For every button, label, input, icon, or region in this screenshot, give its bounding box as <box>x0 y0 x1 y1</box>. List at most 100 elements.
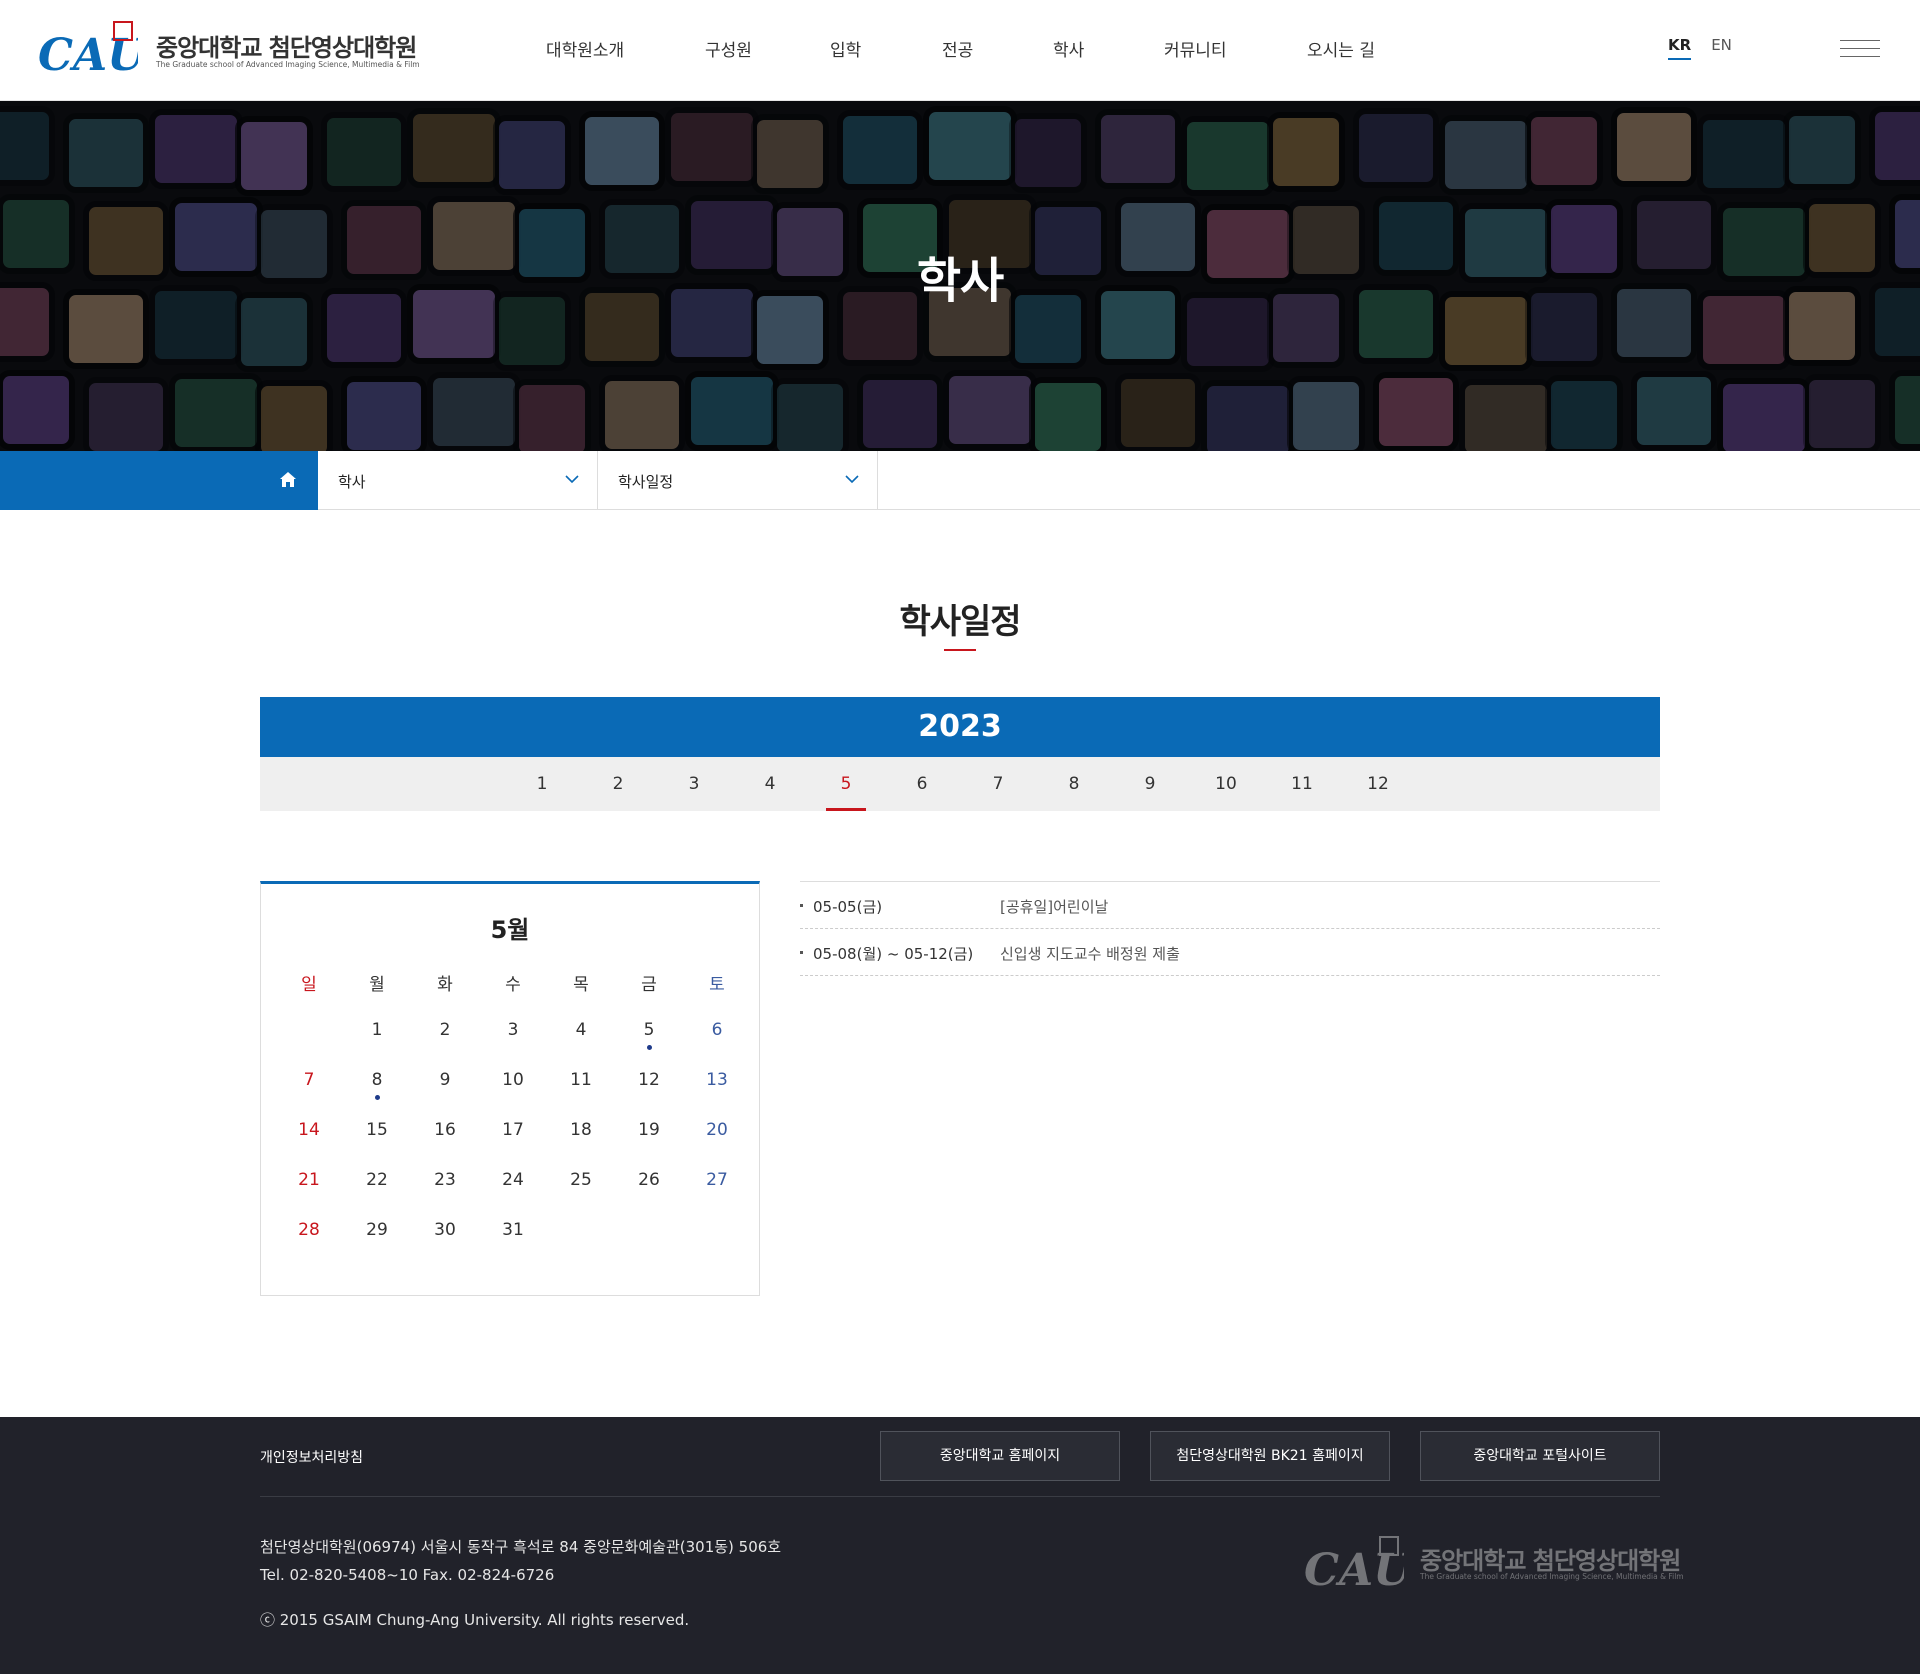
site-logo[interactable]: CAU 중앙대학교 첨단영상대학원 The Graduate school of… <box>38 20 420 80</box>
footer-logo: CAU 중앙대학교 첨단영상대학원 The Graduate school of… <box>1304 1535 1684 1595</box>
month-tab-1[interactable]: 1 <box>522 757 562 811</box>
hero-banner: 학사 <box>0 101 1920 451</box>
event-description: 신입생 지도교수 배정원 제출 <box>1000 945 1180 963</box>
svg-text:CAU: CAU <box>1304 1545 1404 1595</box>
month-tabs: 1 2 3 4 5 6 7 8 9 10 11 12 <box>260 757 1660 811</box>
footer-address: 첨단영상대학원(06974) 서울시 동작구 흑석로 84 중앙문화예술관(30… <box>260 1538 782 1556</box>
nav-item-majors[interactable]: 전공 <box>942 36 973 61</box>
month-tab-6[interactable]: 6 <box>902 757 942 811</box>
language-switch: KR EN <box>1668 36 1732 60</box>
month-tab-9[interactable]: 9 <box>1130 757 1170 811</box>
calendar-day[interactable]: 29 <box>343 1220 411 1240</box>
chevron-down-icon <box>565 475 579 484</box>
calendar-day[interactable]: 28 <box>275 1220 343 1240</box>
calendar-day[interactable]: 5 <box>615 1020 683 1050</box>
footer-logo-name-en: The Graduate school of Advanced Imaging … <box>1420 1572 1684 1581</box>
month-tab-10[interactable]: 10 <box>1206 757 1246 811</box>
weekday-label: 화 <box>437 975 453 995</box>
title-underline <box>944 649 976 651</box>
calendar-day[interactable]: 11 <box>547 1070 615 1090</box>
weekday-label: 목 <box>573 975 589 995</box>
bullet-icon <box>800 951 803 954</box>
year-header: 2023 <box>260 697 1660 757</box>
calendar-day[interactable]: 25 <box>547 1170 615 1190</box>
calendar-day[interactable]: 31 <box>479 1220 547 1240</box>
calendar-day[interactable]: 27 <box>683 1170 751 1190</box>
nav-item-directions[interactable]: 오시는 길 <box>1307 36 1375 61</box>
nav-item-community[interactable]: 커뮤니티 <box>1164 36 1227 61</box>
event-description: [공휴일]어린이날 <box>1000 898 1109 916</box>
calendar-day[interactable]: 17 <box>479 1120 547 1140</box>
nav-item-members[interactable]: 구성원 <box>705 36 752 61</box>
site-header: CAU 중앙대학교 첨단영상대학원 The Graduate school of… <box>0 0 1920 101</box>
breadcrumb-level2-select[interactable]: 학사일정 <box>598 451 878 510</box>
month-tab-12[interactable]: 12 <box>1358 757 1398 811</box>
calendar-day[interactable]: 8 <box>343 1070 411 1100</box>
calendar-day[interactable]: 7 <box>275 1070 343 1090</box>
calendar-day[interactable]: 1 <box>343 1020 411 1040</box>
home-icon <box>280 472 296 487</box>
chevron-down-icon <box>845 475 859 484</box>
breadcrumb-level2-label: 학사일정 <box>618 473 674 491</box>
home-button[interactable] <box>0 451 318 510</box>
breadcrumb-level1-label: 학사 <box>338 473 366 491</box>
event-date: 05-05(금) <box>813 898 883 916</box>
month-tab-11[interactable]: 11 <box>1282 757 1322 811</box>
calendar-day[interactable]: 30 <box>411 1220 479 1240</box>
logo-name-ko: 중앙대학교 첨단영상대학원 <box>156 34 417 62</box>
calendar-title: 5월 <box>490 916 530 944</box>
event-dot <box>375 1095 380 1100</box>
cau-homepage-button[interactable]: 중앙대학교 홈페이지 <box>880 1431 1120 1481</box>
svg-text:CAU: CAU <box>38 30 138 80</box>
calendar-day[interactable]: 6 <box>683 1020 751 1040</box>
month-tab-7[interactable]: 7 <box>978 757 1018 811</box>
month-tab-8[interactable]: 8 <box>1054 757 1094 811</box>
calendar-day[interactable]: 24 <box>479 1170 547 1190</box>
cau-logo-icon: CAU <box>1304 1536 1404 1595</box>
calendar-day[interactable]: 3 <box>479 1020 547 1040</box>
calendar-day[interactable]: 22 <box>343 1170 411 1190</box>
calendar-day[interactable]: 15 <box>343 1120 411 1140</box>
nav-item-academics[interactable]: 학사 <box>1053 36 1084 61</box>
calendar-day[interactable]: 4 <box>547 1020 615 1040</box>
footer-tel: Tel. 02-820-5408~10 Fax. 02-824-6726 <box>260 1566 555 1584</box>
nav-item-about[interactable]: 대학원소개 <box>546 36 624 61</box>
footer-divider <box>260 1496 1660 1497</box>
month-tab-3[interactable]: 3 <box>674 757 714 811</box>
calendar-day[interactable]: 18 <box>547 1120 615 1140</box>
calendar-day[interactable]: 14 <box>275 1120 343 1140</box>
weekday-label: 토 <box>709 975 725 995</box>
lang-en[interactable]: EN <box>1711 36 1732 60</box>
logo-name-en: The Graduate school of Advanced Imaging … <box>156 60 420 69</box>
privacy-policy-link[interactable]: 개인정보처리방침 <box>260 1447 363 1467</box>
site-footer: 개인정보처리방침 중앙대학교 홈페이지 첨단영상대학원 BK21 홈페이지 중앙… <box>0 1417 1920 1674</box>
month-tab-4[interactable]: 4 <box>750 757 790 811</box>
event-date: 05-08(월) ~ 05-12(금) <box>813 945 974 963</box>
breadcrumb-level1-select[interactable]: 학사 <box>318 451 598 510</box>
weekday-label: 금 <box>641 975 657 995</box>
calendar-day[interactable]: 10 <box>479 1070 547 1090</box>
bk21-homepage-button[interactable]: 첨단영상대학원 BK21 홈페이지 <box>1150 1431 1390 1481</box>
calendar-day[interactable]: 13 <box>683 1070 751 1090</box>
month-tab-2[interactable]: 2 <box>598 757 638 811</box>
cau-logo-icon: CAU <box>38 21 138 80</box>
calendar-day[interactable]: 2 <box>411 1020 479 1040</box>
calendar-day[interactable]: 19 <box>615 1120 683 1140</box>
event-dot <box>647 1045 652 1050</box>
hamburger-menu-icon[interactable] <box>1840 40 1880 60</box>
nav-item-admission[interactable]: 입학 <box>830 36 861 61</box>
event-item: 05-05(금) [공휴일]어린이날 <box>800 882 1660 929</box>
bullet-icon <box>800 904 803 907</box>
weekday-label: 일 <box>301 975 317 995</box>
lang-kr[interactable]: KR <box>1668 36 1692 60</box>
event-list: 05-05(금) [공휴일]어린이날 05-08(월) ~ 05-12(금) 신입생 … <box>800 881 1660 976</box>
calendar-day[interactable]: 12 <box>615 1070 683 1090</box>
month-tab-5[interactable]: 5 <box>826 757 866 811</box>
calendar-day[interactable]: 26 <box>615 1170 683 1190</box>
calendar-day[interactable]: 16 <box>411 1120 479 1140</box>
calendar-day[interactable]: 23 <box>411 1170 479 1190</box>
calendar-day[interactable]: 20 <box>683 1120 751 1140</box>
calendar-day[interactable]: 9 <box>411 1070 479 1090</box>
calendar-day[interactable]: 21 <box>275 1170 343 1190</box>
cau-portal-button[interactable]: 중앙대학교 포털사이트 <box>1420 1431 1660 1481</box>
